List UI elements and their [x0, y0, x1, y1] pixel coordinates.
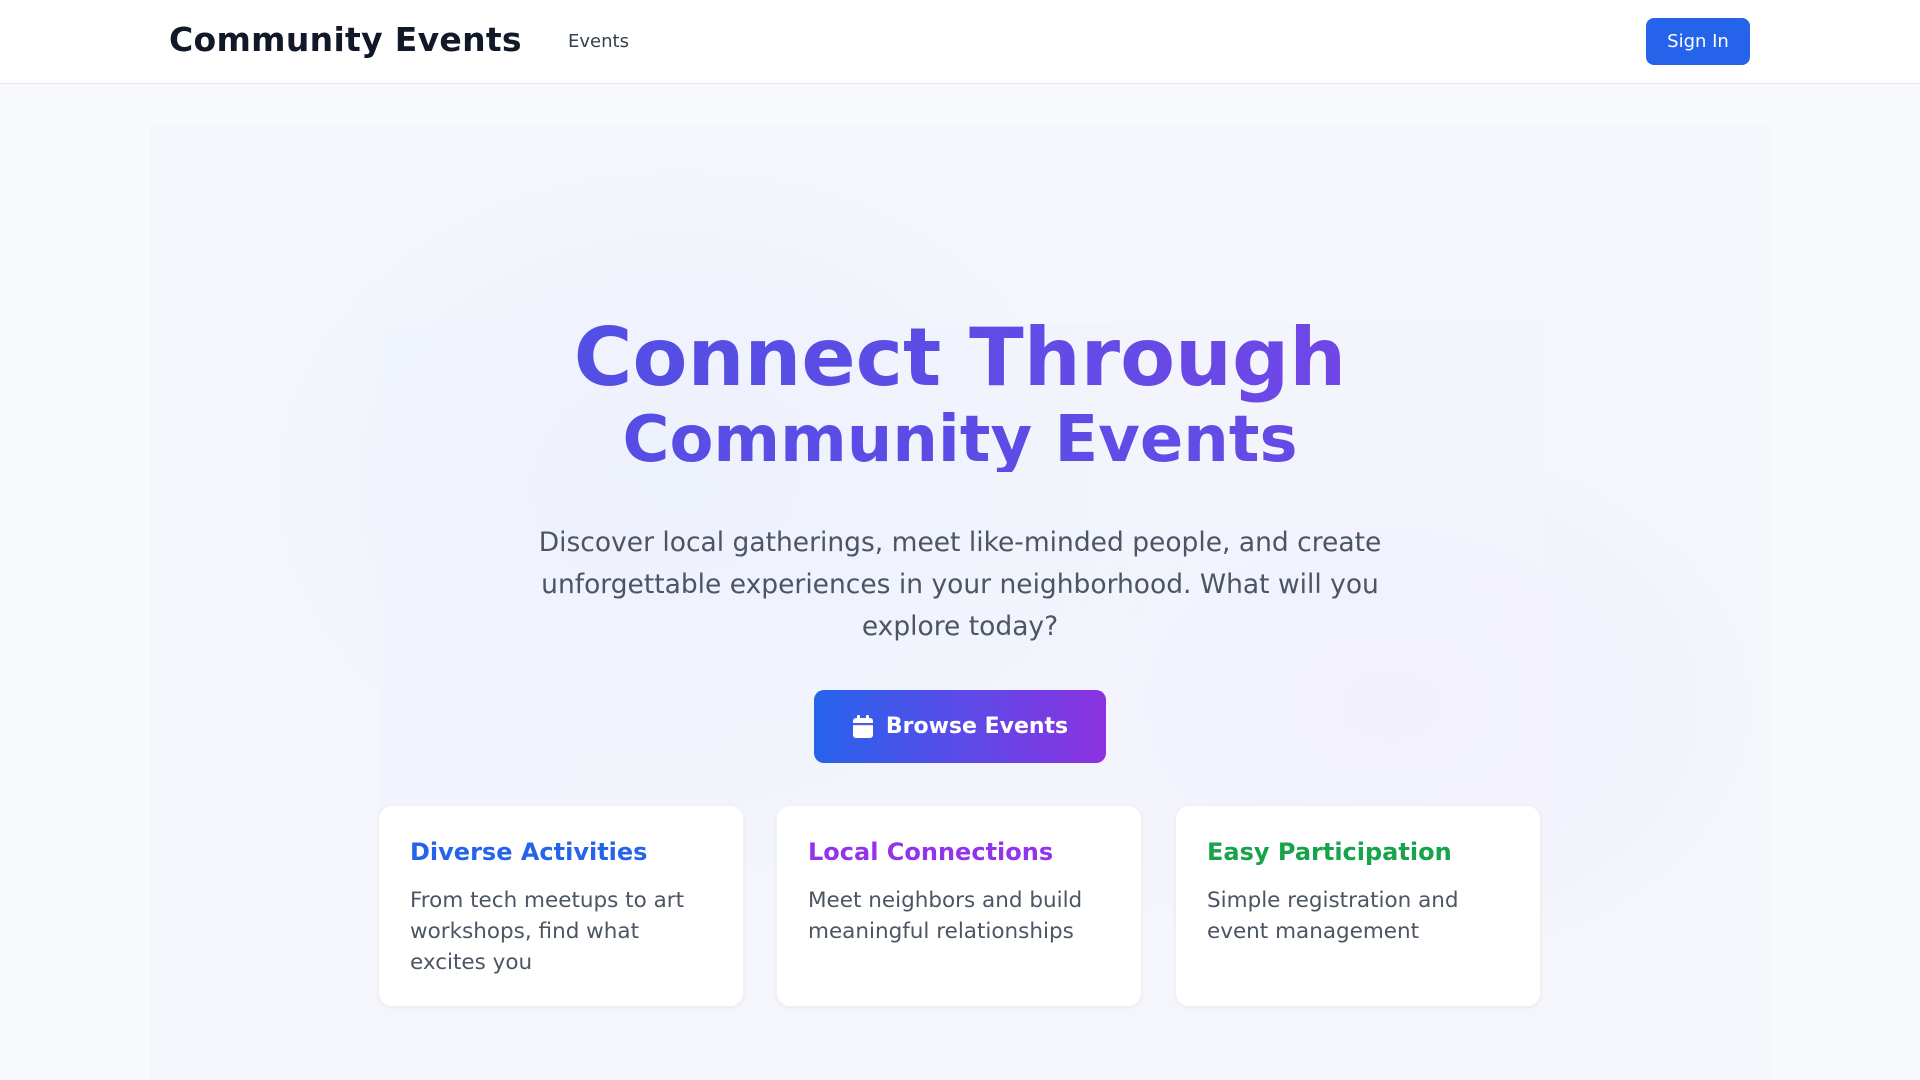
hero-subtitle: Discover local gatherings, meet like-min…: [538, 527, 1382, 642]
hero-title-line1: Connect Through: [0, 318, 1920, 406]
nav-link-events[interactable]: Events: [568, 31, 629, 52]
feature-card-local-connections: Local Connections Meet neighbors and bui…: [776, 805, 1142, 1007]
feature-card-text: From tech meetups to art workshops, find…: [410, 888, 685, 975]
browse-events-button[interactable]: Browse Events: [814, 690, 1106, 763]
feature-card-diverse-activities: Diverse Activities From tech meetups to …: [378, 805, 744, 1007]
feature-card-easy-participation: Easy Participation Simple registration a…: [1175, 805, 1541, 1007]
brand-logo-text[interactable]: Community Events: [169, 20, 522, 59]
calendar-icon: [852, 714, 874, 739]
feature-card-title: Diverse Activities: [410, 838, 648, 866]
hero-title-line2: Community Events: [0, 408, 1920, 472]
feature-card-text: Meet neighbors and build meaningful rela…: [808, 888, 1083, 944]
sign-in-button[interactable]: Sign In: [1646, 18, 1750, 65]
feature-card-text: Simple registration and event management: [1207, 888, 1459, 944]
top-navbar: Community Events Events Sign In: [0, 0, 1920, 84]
feature-card-title: Local Connections: [808, 838, 1054, 866]
browse-events-label: Browse Events: [885, 714, 1069, 739]
hero-title: Connect Through Community Events: [0, 318, 1920, 473]
feature-card-title: Easy Participation: [1207, 838, 1452, 866]
